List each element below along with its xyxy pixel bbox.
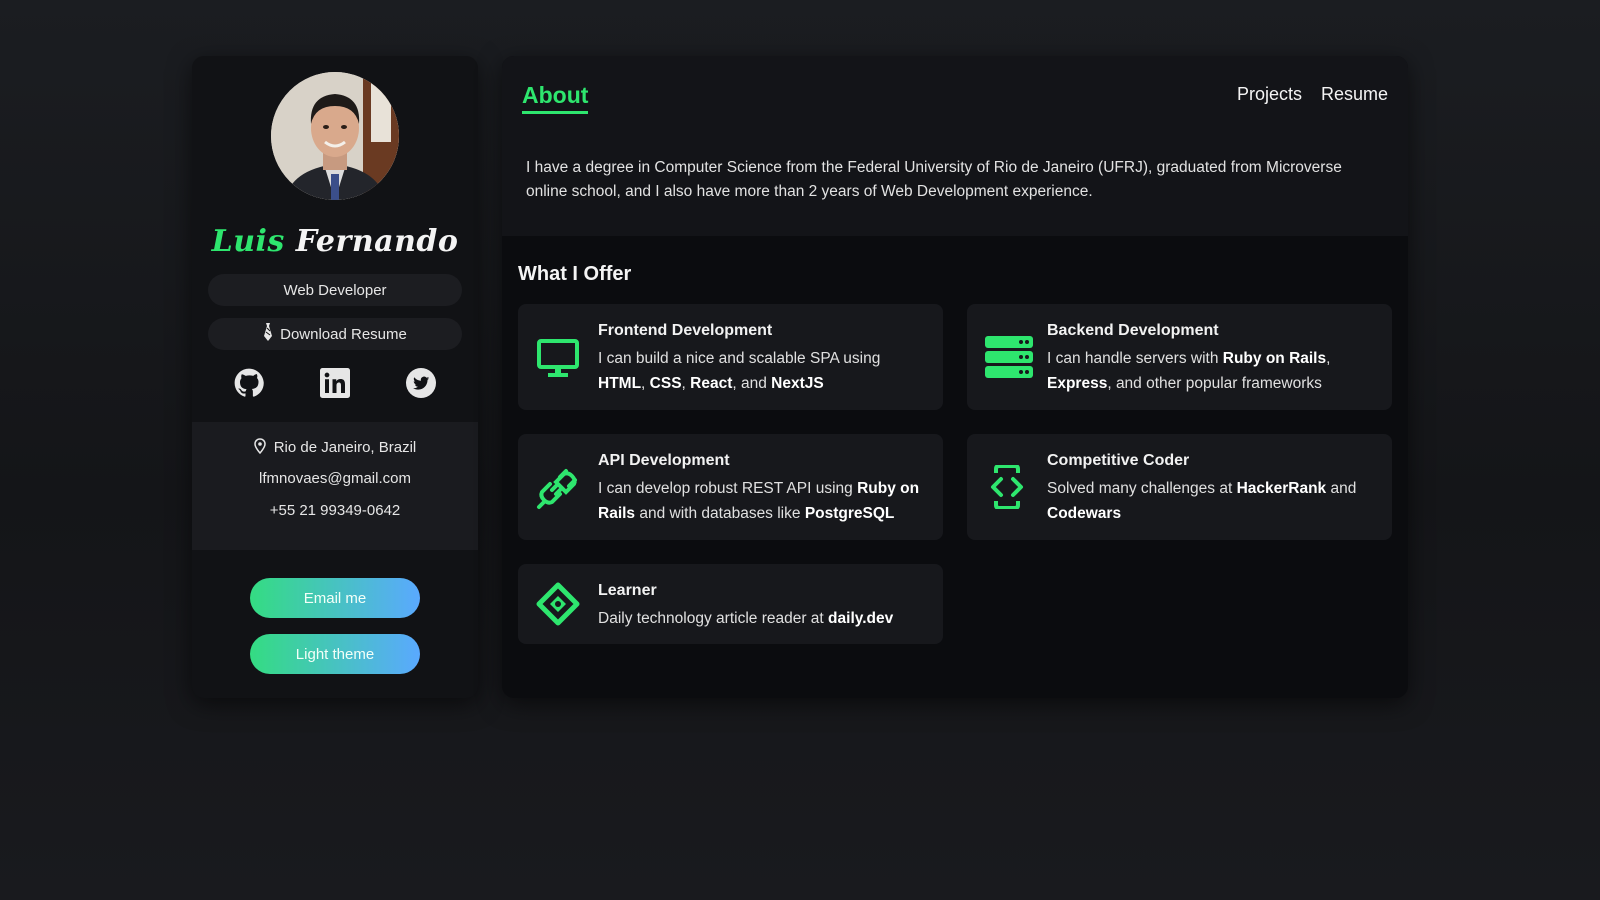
card-description: I can develop robust REST API using Ruby… (598, 476, 928, 526)
about-text: I have a degree in Computer Science from… (526, 159, 1342, 200)
light-theme-button[interactable]: Light theme (250, 634, 420, 674)
card-description: Solved many challenges at HackerRank and… (1047, 476, 1377, 526)
location-row: Rio de Janeiro, Brazil (192, 438, 478, 456)
email-me-button[interactable]: Email me (250, 578, 420, 618)
highlight-term: CSS (649, 375, 682, 392)
email-link[interactable]: lfmnovaes@gmail.com (192, 470, 478, 487)
offer-card-frontend: Frontend Development I can build a nice … (518, 304, 943, 410)
highlight-term: HTML (598, 375, 642, 392)
description-text: I can develop robust REST API using (598, 480, 858, 497)
description-text: and (1326, 480, 1357, 497)
card-title: Backend Development (1047, 322, 1219, 339)
server-icon (985, 335, 1033, 379)
description-text: , and (732, 375, 772, 392)
description-text: , (681, 375, 691, 392)
twitter-icon[interactable] (406, 368, 436, 398)
map-pin-icon (253, 438, 266, 455)
highlight-term: Codewars (1047, 505, 1122, 522)
card-title: Competitive Coder (1047, 452, 1190, 469)
about-section: About Projects Resume I have a degree in… (502, 56, 1408, 236)
offer-card-competitive: Competitive Coder Solved many challenges… (967, 434, 1392, 540)
offer-title: What I Offer (518, 263, 632, 285)
download-resume-label: Download Resume (280, 325, 407, 343)
highlight-term: Express (1047, 375, 1108, 392)
last-name: Fernando (295, 224, 459, 259)
phone-number: +55 21 99349-0642 (269, 502, 401, 519)
nav-projects[interactable]: Projects (1237, 84, 1302, 105)
description-text: Daily technology article reader at (598, 610, 829, 627)
offer-card-learner: Learner Daily technology article reader … (518, 564, 943, 644)
social-links (192, 368, 478, 398)
role-label: Web Developer (283, 281, 387, 299)
card-description: I can handle servers with Ruby on Rails,… (1047, 346, 1377, 396)
highlight-term: React (690, 375, 733, 392)
download-resume-button[interactable]: Download Resume (208, 318, 462, 350)
description-text: I can handle servers with (1047, 350, 1223, 367)
description-text: , and other popular frameworks (1107, 375, 1322, 392)
tab-about[interactable]: About (522, 82, 589, 114)
monitor-icon (536, 336, 580, 380)
highlight-term: Ruby on Rails (1222, 350, 1327, 367)
code-phone-icon (985, 464, 1029, 510)
tie-icon (263, 323, 273, 345)
offer-card-api: API Development I can develop robust RES… (518, 434, 943, 540)
card-description: Daily technology article reader at daily… (598, 606, 928, 631)
diamond-eye-icon (536, 582, 580, 626)
highlight-term: PostgreSQL (804, 505, 895, 522)
description-text: and with databases like (635, 505, 805, 522)
first-name: Luis (211, 224, 285, 259)
description-text: I can build a nice and scalable SPA usin… (598, 350, 881, 367)
offer-card-backend: Backend Development I can handle servers… (967, 304, 1392, 410)
github-icon[interactable] (234, 368, 264, 398)
nav-resume[interactable]: Resume (1321, 84, 1388, 105)
highlight-term: NextJS (771, 375, 824, 392)
highlight-term: daily.dev (828, 610, 894, 627)
card-description: I can build a nice and scalable SPA usin… (598, 346, 928, 396)
linkedin-icon[interactable] (320, 368, 350, 398)
card-title: Learner (598, 582, 657, 599)
contact-info: Rio de Janeiro, Brazil lfmnovaes@gmail.c… (192, 422, 478, 550)
main-panel: About Projects Resume I have a degree in… (502, 56, 1408, 698)
card-title: Frontend Development (598, 322, 773, 339)
card-title: API Development (598, 452, 730, 469)
profile-sidebar: Luis Fernando Web Developer Download Res… (192, 56, 478, 698)
avatar (271, 72, 399, 200)
role-badge: Web Developer (208, 274, 462, 306)
highlight-term: HackerRank (1236, 480, 1327, 497)
plug-icon (536, 466, 580, 510)
description-text: Solved many challenges at (1047, 480, 1237, 497)
description-text: , (1326, 350, 1331, 367)
description-text: , (641, 375, 650, 392)
location-text: Rio de Janeiro, Brazil (273, 439, 417, 456)
profile-name: Luis Fernando (192, 224, 478, 259)
